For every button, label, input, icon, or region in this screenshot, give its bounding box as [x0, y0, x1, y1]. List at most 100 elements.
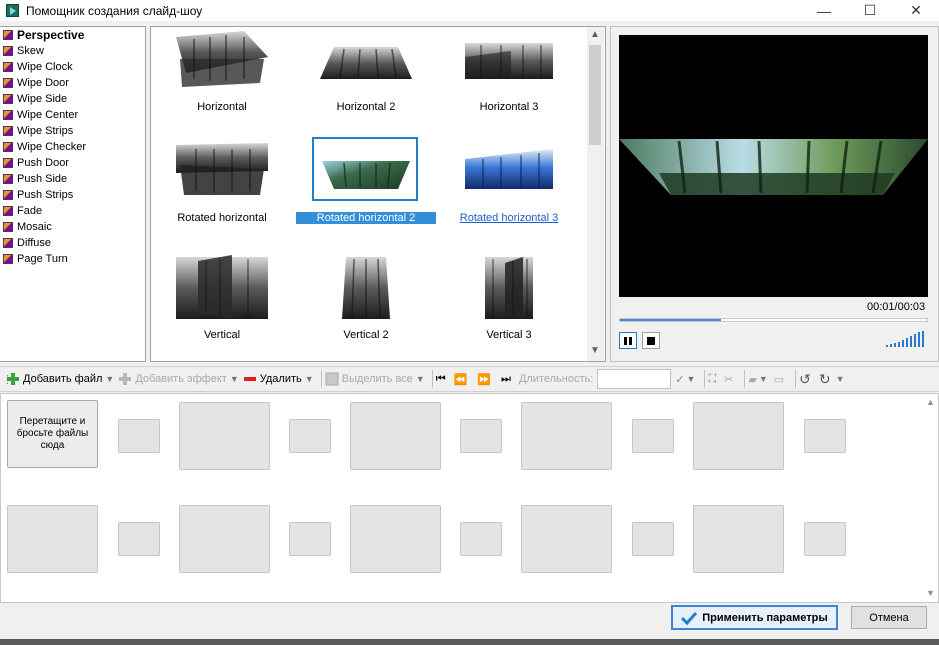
effect-item-fade[interactable]: Fade [0, 203, 145, 219]
dropdown-arrow-icon[interactable]: ▼ [230, 374, 239, 384]
slide-slot[interactable] [7, 505, 98, 573]
dropdown-arrow-icon[interactable]: ▼ [836, 374, 845, 384]
effect-item-mosaic[interactable]: Mosaic [0, 219, 145, 235]
thumbnail-caption: Rotated horizontal 3 [459, 212, 559, 224]
slide-slot[interactable] [693, 402, 784, 470]
effect-item-wipe-strips[interactable]: Wipe Strips [0, 123, 145, 139]
effect-item-page-turn[interactable]: Page Turn [0, 251, 145, 267]
duration-input[interactable] [597, 369, 672, 389]
effect-item-wipe-clock[interactable]: Wipe Clock [0, 59, 145, 75]
effect-icon [3, 110, 13, 120]
transition-slot[interactable] [632, 522, 674, 556]
forward-button[interactable]: ⏩ [477, 373, 491, 386]
gallery-item-rotated-horizontal-2[interactable]: Rotated horizontal 2 [296, 139, 436, 224]
slide-slot[interactable] [521, 402, 612, 470]
effect-item-wipe-side[interactable]: Wipe Side [0, 91, 145, 107]
gallery-item-horizontal[interactable]: Horizontal [152, 29, 292, 113]
pause-button[interactable] [619, 332, 637, 349]
slide-slot[interactable] [179, 505, 270, 573]
scroll-down-arrow-icon[interactable]: ▼ [926, 588, 935, 598]
preview-panel: 00:01/00:03 [610, 26, 939, 362]
scroll-up-arrow-icon[interactable]: ▲ [590, 29, 600, 40]
gallery-scrollbar[interactable]: ▲ ▼ [587, 27, 604, 361]
gallery-item-rotated-horizontal[interactable]: Rotated horizontal [152, 139, 292, 224]
transition-slot[interactable] [118, 419, 160, 453]
effect-icon [3, 206, 13, 216]
stop-button[interactable] [642, 332, 660, 349]
rotate-left-icon[interactable]: ↺ [799, 371, 811, 388]
thumbnail-caption: Rotated horizontal 2 [296, 212, 436, 224]
gallery-item-vertical-2[interactable]: Vertical 2 [296, 253, 436, 341]
apply-settings-button[interactable]: Применить параметры [671, 605, 838, 630]
transition-slot[interactable] [118, 522, 160, 556]
volume-bars-icon[interactable] [884, 330, 928, 348]
maximize-button[interactable]: ☐ [847, 0, 893, 21]
thumbnail-image [485, 257, 533, 319]
slide-slot[interactable] [521, 505, 612, 573]
select-all-button[interactable]: Выделить все ▼ [325, 372, 425, 386]
gallery-item-horizontal-3[interactable]: Horizontal 3 [439, 29, 579, 113]
transition-slot[interactable] [460, 419, 502, 453]
app-icon [6, 4, 19, 17]
gallery-item-rotated-horizontal-3[interactable]: Rotated horizontal 3 [439, 139, 579, 224]
drop-files-box[interactable]: Перетащите и бросьте файлы сюда [7, 400, 98, 468]
rotate-right-icon[interactable]: ↻ [819, 371, 831, 388]
effect-item-diffuse[interactable]: Diffuse [0, 235, 145, 251]
main-toolbar: ⋮ Добавить файл ▼ Добавить эффект ▼ Удал… [0, 366, 939, 392]
add-plus-icon [7, 373, 19, 385]
effect-item-push-strips[interactable]: Push Strips [0, 187, 145, 203]
transition-slot[interactable] [289, 522, 331, 556]
effect-icon [3, 46, 13, 56]
slide-slot[interactable] [350, 505, 441, 573]
slide-slot[interactable] [693, 505, 784, 573]
slide-slot[interactable] [179, 402, 270, 470]
dropdown-arrow-icon[interactable]: ▼ [416, 374, 425, 384]
dropdown-arrow-icon[interactable]: ▼ [759, 374, 768, 384]
add-effect-icon [119, 373, 132, 385]
scrollbar-thumb[interactable] [589, 45, 601, 145]
effect-item-push-side[interactable]: Push Side [0, 171, 145, 187]
close-button[interactable]: ✕ [893, 0, 939, 21]
toolbar-separator [320, 370, 322, 388]
delete-button[interactable]: Удалить ▼ [243, 372, 314, 386]
transition-gallery: Horizontal Horizontal 2 Horizontal 3 Rot… [150, 26, 606, 362]
effect-item-wipe-checker[interactable]: Wipe Checker [0, 139, 145, 155]
effect-item-skew[interactable]: Skew [0, 43, 145, 59]
add-file-button[interactable]: Добавить файл ▼ [6, 372, 114, 386]
add-effect-button[interactable]: Добавить эффект ▼ [118, 372, 239, 386]
minimize-button[interactable]: — [801, 0, 847, 21]
effect-item-wipe-center[interactable]: Wipe Center [0, 107, 145, 123]
effect-item-perspective[interactable]: Perspective [0, 27, 145, 43]
storyboard-scrollbar[interactable]: ▲ ▼ [922, 394, 939, 602]
select-all-icon [325, 372, 339, 386]
cancel-button[interactable]: Отмена [851, 606, 927, 629]
crop-icon[interactable]: ⛶ [708, 373, 716, 386]
rewind-button[interactable]: ⏪ [454, 373, 468, 386]
gallery-item-horizontal-2[interactable]: Horizontal 2 [296, 29, 436, 113]
thumbnail-image [176, 255, 268, 319]
scroll-down-arrow-icon[interactable]: ▼ [590, 345, 600, 356]
first-button[interactable]: ⏮ [436, 373, 446, 386]
last-button[interactable]: ⏭ [501, 373, 511, 386]
dropdown-arrow-icon[interactable]: ▼ [687, 374, 696, 384]
scroll-up-arrow-icon[interactable]: ▲ [926, 397, 935, 407]
preview-frame-image [619, 139, 928, 195]
confirm-check-icon[interactable]: ✓ [675, 373, 684, 386]
gallery-item-vertical[interactable]: Vertical [152, 253, 292, 341]
color-icon[interactable]: ▰ [748, 373, 756, 386]
storyboard-area[interactable]: Перетащите и бросьте файлы сюда ▲ ▼ [0, 393, 939, 603]
dropdown-arrow-icon[interactable]: ▼ [105, 374, 114, 384]
transition-slot[interactable] [460, 522, 502, 556]
transition-slot[interactable] [289, 419, 331, 453]
transition-slot[interactable] [804, 522, 846, 556]
gallery-item-vertical-3[interactable]: Vertical 3 [439, 253, 579, 341]
dropdown-arrow-icon[interactable]: ▼ [305, 374, 314, 384]
preview-progress-bar[interactable] [619, 318, 928, 322]
transition-slot[interactable] [804, 419, 846, 453]
slide-slot[interactable] [350, 402, 441, 470]
transition-slot[interactable] [632, 419, 674, 453]
effect-item-wipe-door[interactable]: Wipe Door [0, 75, 145, 91]
frame-icon[interactable]: ▭ [774, 373, 784, 386]
effect-item-push-door[interactable]: Push Door [0, 155, 145, 171]
cut-icon[interactable]: ✂ [724, 373, 733, 386]
